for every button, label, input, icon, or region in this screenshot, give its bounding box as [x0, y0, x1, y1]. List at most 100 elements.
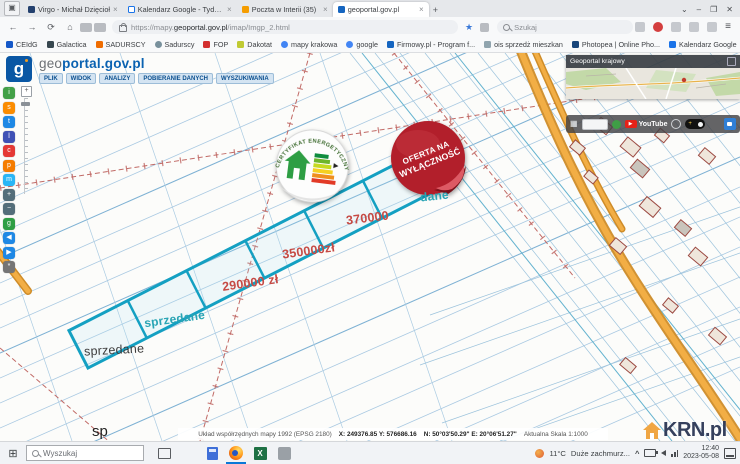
geoportal-logo[interactable]: g — [6, 56, 32, 82]
bookmark-sadurscy-2[interactable]: Sadurscy — [155, 40, 195, 49]
menu-icon[interactable]: ≡ — [725, 22, 731, 32]
tab-label: geoportal.gov.pl — [348, 5, 416, 14]
tab-geoportal-active[interactable]: geoportal.gov.pl × — [333, 2, 429, 17]
taskbar-search-input[interactable]: Wyszukaj — [26, 445, 144, 461]
forward-icon[interactable]: → — [26, 22, 38, 32]
inset-resize-icon[interactable] — [727, 57, 736, 66]
gray-app-button[interactable] — [272, 442, 296, 464]
tab-mail[interactable]: Poczta w Interii (35) × — [237, 2, 333, 17]
map-canvas[interactable] — [0, 53, 740, 441]
map-viewport[interactable]: g geoportal.gov.pl PLIK WIDOK ANALIZY PO… — [0, 53, 740, 441]
excel-icon: X — [254, 447, 267, 460]
tab-list-icon[interactable]: ⌄ — [681, 5, 688, 14]
draw-icon[interactable]: p — [3, 160, 15, 172]
minimize-button[interactable]: – — [697, 5, 701, 14]
action-center-icon[interactable] — [724, 448, 736, 459]
clock[interactable]: 12:40 2023-05-08 — [683, 445, 719, 461]
tab-close-icon[interactable]: × — [113, 5, 118, 14]
library-icon[interactable] — [707, 22, 717, 32]
tab-close-icon[interactable]: × — [419, 5, 424, 14]
menu-widok[interactable]: WIDOK — [66, 73, 97, 84]
url-field[interactable]: https://mapy.geoportal.gov.pl/imap/Imgp_… — [112, 20, 458, 34]
zoom-plus-button[interactable]: + — [21, 86, 32, 97]
bookmark-photopea[interactable]: Photopea | Online Pho... — [572, 40, 660, 49]
account-icon[interactable] — [689, 22, 699, 32]
inset-header[interactable]: Geoportal krajowy — [566, 55, 740, 68]
tab-overview-icon[interactable]: ▣ — [4, 1, 20, 16]
extensions-icon[interactable] — [480, 23, 489, 32]
ring-icon[interactable] — [671, 119, 681, 129]
file-explorer-button[interactable] — [176, 442, 200, 464]
back-icon[interactable]: ← — [7, 22, 19, 32]
task-view-button[interactable] — [152, 442, 176, 464]
bookmark-sadurscy[interactable]: SADURSCY — [96, 40, 146, 49]
menu-plik[interactable]: PLIK — [39, 73, 63, 84]
zoom-in-icon[interactable]: + — [3, 189, 15, 201]
printer-icon[interactable] — [80, 23, 92, 32]
info-icon[interactable]: i — [3, 87, 15, 99]
prev-view-icon[interactable]: ◀ — [3, 232, 15, 244]
zoom-slider-handle[interactable] — [21, 102, 30, 106]
weather-icon[interactable] — [535, 449, 544, 458]
weather-desc[interactable]: Duże zachmurz... — [571, 449, 630, 458]
camera-icon[interactable] — [724, 118, 736, 130]
bookmark-mapy-krakowa[interactable]: mapy krakowa — [281, 40, 337, 49]
tray-expand-icon[interactable]: ^ — [635, 449, 639, 458]
zoom-slider[interactable]: + — [21, 86, 31, 194]
close-window-button[interactable]: ✕ — [726, 5, 733, 14]
browser-address-bar: ← → ⟳ ⌂ https://mapy.geoportal.gov.pl/im… — [0, 17, 740, 38]
layers-icon[interactable]: l — [3, 131, 15, 143]
bookmark-label: google — [356, 40, 378, 49]
tab-virgo[interactable]: Virgo - Michał Dzięcioł × — [23, 2, 123, 17]
bookmark-galactica[interactable]: Galactica — [47, 40, 87, 49]
reader-icon[interactable] — [635, 22, 645, 32]
bookmark-star-icon[interactable]: ★ — [465, 22, 473, 33]
zoom-slider-track[interactable] — [24, 98, 28, 194]
zoom-out-icon[interactable]: − — [3, 203, 15, 215]
tab-calendar[interactable]: Kalendarz Google - Tydzień, w... × — [123, 2, 237, 17]
adblock-icon[interactable] — [653, 22, 663, 32]
scale-input[interactable] — [582, 119, 608, 130]
subscribe-pill[interactable]: + — [685, 119, 705, 129]
table-icon[interactable]: t — [3, 116, 15, 128]
chat-icon[interactable]: c — [3, 145, 15, 157]
volume-icon[interactable] — [661, 450, 666, 456]
tab-close-icon[interactable]: × — [227, 5, 232, 14]
bookmark-google[interactable]: google — [346, 40, 378, 49]
network-icon[interactable] — [671, 450, 678, 457]
youtube-button[interactable]: ▶ YouTube — [625, 120, 668, 129]
overview-inset-map[interactable]: Geoportal krajowy — [566, 55, 740, 99]
grid-icon[interactable]: ▦ — [570, 119, 578, 129]
weather-temp[interactable]: 11°C — [549, 449, 565, 458]
bookmark-fop[interactable]: FOP — [203, 40, 228, 49]
start-button[interactable]: ⊞ — [0, 447, 26, 460]
settings-icon[interactable]: s — [3, 102, 15, 114]
globe-green-icon[interactable] — [612, 120, 621, 129]
reload-icon[interactable]: ⟳ — [45, 22, 57, 33]
firefox-button[interactable] — [224, 442, 248, 464]
inset-map-body[interactable] — [566, 68, 740, 99]
bookmark-kalendarz[interactable]: Kalendarz Google — [669, 40, 737, 49]
search-input[interactable]: Szukaj — [497, 20, 633, 34]
new-tab-button[interactable]: + — [433, 5, 438, 15]
pip-icon[interactable] — [671, 22, 681, 32]
home-icon[interactable]: ⌂ — [64, 22, 76, 32]
menu-pobieranie-danych[interactable]: POBIERANIE DANYCH — [138, 73, 213, 84]
bookmark-dakotat[interactable]: Dakotat — [237, 40, 272, 49]
globe-icon[interactable]: g — [3, 218, 15, 230]
save-page-icon[interactable] — [94, 23, 106, 32]
maximize-button[interactable]: ❐ — [710, 5, 717, 14]
measure-icon[interactable]: m — [3, 174, 15, 186]
gear-icon[interactable]: * — [3, 261, 15, 273]
menu-wyszukiwania[interactable]: WYSZUKIWANIA — [216, 73, 274, 84]
menu-analizy[interactable]: ANALIZY — [99, 73, 135, 84]
excel-button[interactable]: X — [248, 442, 272, 464]
bookmark-ois[interactable]: ois sprzedż mieszkan — [484, 40, 563, 49]
logo-letter: g — [14, 59, 24, 78]
bookmark-firmowy[interactable]: Firmowy.pl - Program f... — [387, 40, 475, 49]
tab-close-icon[interactable]: × — [323, 5, 328, 14]
bookmark-ceidg[interactable]: CEIdG — [6, 40, 38, 49]
calculator-button[interactable] — [200, 442, 224, 464]
battery-icon[interactable] — [644, 449, 656, 457]
next-view-icon[interactable]: ▶ — [3, 247, 15, 259]
